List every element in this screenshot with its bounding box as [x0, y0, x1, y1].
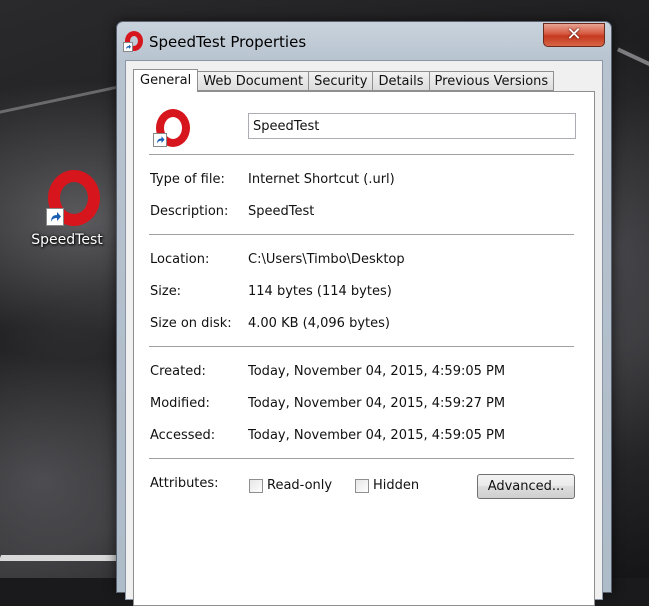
opera-shortcut-icon — [39, 170, 100, 226]
divider — [149, 458, 574, 460]
modified-value: Today, November 04, 2015, 4:59:27 PM — [248, 396, 506, 411]
file-name-input[interactable] — [248, 113, 576, 139]
location-label: Location: — [150, 252, 210, 267]
tab-web-document[interactable]: Web Document — [198, 71, 310, 91]
hidden-checkbox[interactable] — [355, 479, 369, 493]
size-label: Size: — [150, 284, 182, 299]
opera-title-icon — [123, 31, 143, 52]
advanced-button[interactable]: Advanced... — [477, 474, 575, 499]
shortcut-arrow-icon — [153, 133, 167, 147]
shortcut-arrow-icon — [46, 208, 64, 226]
general-tab-panel: Type of file: Internet Shortcut (.url) D… — [133, 91, 595, 606]
size-on-disk-label: Size on disk: — [150, 316, 232, 331]
tab-details[interactable]: Details — [373, 71, 430, 91]
divider — [149, 346, 574, 348]
size-value: 114 bytes (114 bytes) — [248, 284, 392, 299]
wallpaper-streak — [616, 47, 649, 77]
size-on-disk-value: 4.00 KB (4,096 bytes) — [248, 316, 390, 331]
properties-window: SpeedTest Properties ✕ General Web Docum… — [116, 21, 612, 606]
dialog-client-area: General Web Document Security Details Pr… — [125, 60, 603, 606]
tab-security[interactable]: Security — [309, 71, 374, 91]
accessed-label: Accessed: — [150, 428, 216, 443]
tab-strip: General Web Document Security Details Pr… — [133, 69, 555, 92]
desktop-icon-label: SpeedTest — [31, 232, 103, 248]
opera-file-icon — [150, 109, 190, 149]
close-icon: ✕ — [566, 24, 582, 45]
location-value: C:\Users\Timbo\Desktop — [248, 252, 405, 267]
created-value: Today, November 04, 2015, 4:59:05 PM — [248, 364, 506, 379]
type-of-file-value: Internet Shortcut (.url) — [248, 172, 395, 187]
divider — [149, 234, 574, 236]
close-button[interactable]: ✕ — [543, 23, 605, 47]
attributes-label: Attributes: — [150, 476, 219, 491]
description-value: SpeedTest — [248, 204, 315, 219]
divider — [149, 154, 574, 156]
title-bar[interactable]: SpeedTest Properties ✕ — [117, 22, 611, 60]
window-title: SpeedTest Properties — [149, 33, 307, 51]
read-only-checkbox[interactable] — [249, 479, 263, 493]
type-of-file-label: Type of file: — [150, 172, 225, 187]
wallpaper-streak — [0, 85, 119, 118]
created-label: Created: — [150, 364, 206, 379]
modified-label: Modified: — [150, 396, 210, 411]
tab-general[interactable]: General — [133, 69, 199, 92]
wallpaper-streak — [0, 555, 122, 561]
read-only-label[interactable]: Read-only — [267, 478, 332, 493]
shortcut-arrow-icon — [123, 42, 133, 52]
desktop-shortcut-speedtest[interactable]: SpeedTest — [28, 170, 106, 248]
description-label: Description: — [150, 204, 229, 219]
hidden-label[interactable]: Hidden — [373, 478, 419, 493]
tab-previous-versions[interactable]: Previous Versions — [429, 71, 555, 91]
accessed-value: Today, November 04, 2015, 4:59:05 PM — [248, 428, 506, 443]
